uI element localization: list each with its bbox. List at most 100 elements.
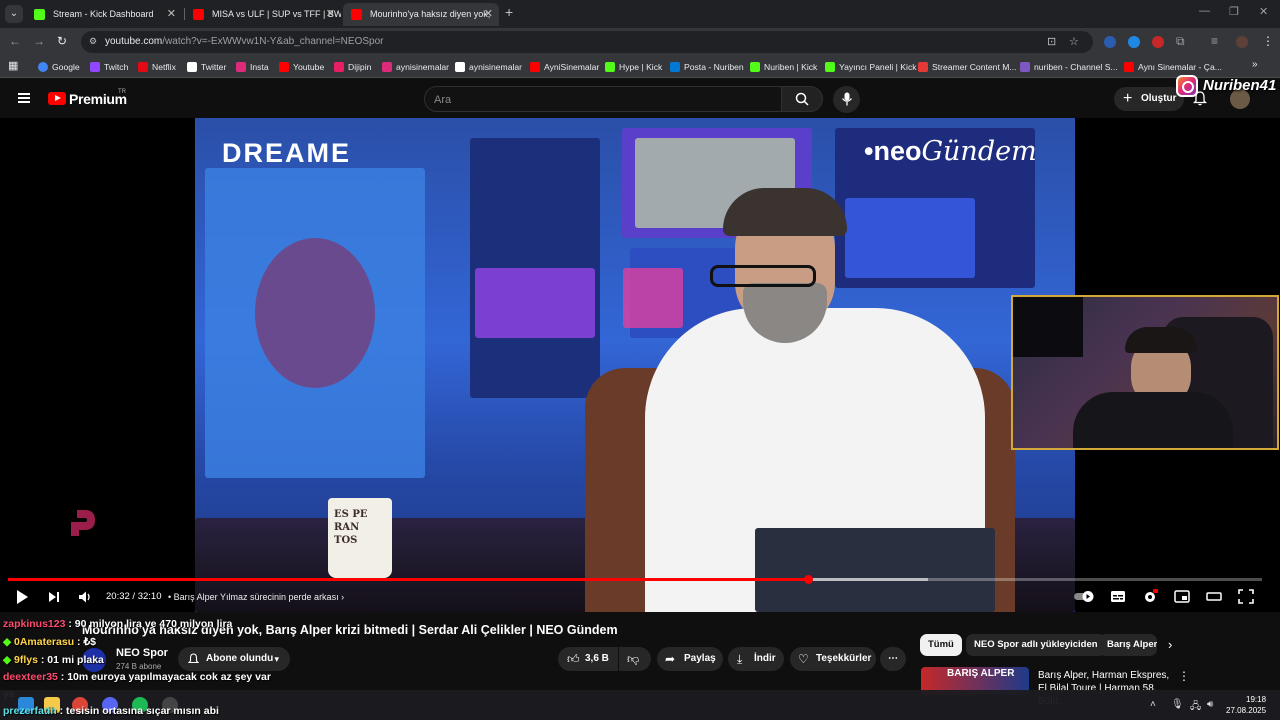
profile-avatar[interactable] [1236, 36, 1248, 48]
chip-baris-alper[interactable]: Barış Alper [1099, 634, 1157, 656]
download-button[interactable]: ⤓ İndir [728, 647, 784, 671]
chip-all[interactable]: Tümü [920, 634, 962, 656]
extensions-puzzle-icon[interactable]: ⧉ [1176, 34, 1185, 49]
background-poster [623, 268, 683, 328]
extension-icon[interactable] [1152, 36, 1164, 48]
bookmark-item[interactable]: Netflix [138, 60, 176, 74]
window-close-icon[interactable]: ✕ [1259, 5, 1268, 18]
close-icon[interactable]: ✕ [484, 3, 493, 26]
bookmark-item[interactable]: Dijipin [334, 60, 371, 74]
bookmark-label: Streamer Content M... [932, 62, 1017, 72]
next-video-icon[interactable] [48, 591, 60, 603]
kick-icon [825, 62, 835, 72]
shield-extension-icon[interactable] [1104, 36, 1116, 48]
bookmark-item[interactable]: Posta - Nuriben [670, 60, 744, 74]
address-bar[interactable]: ⚙ youtube.com/watch?v=-ExWWvw1N-Y&ab_cha… [81, 31, 1093, 53]
bookmark-item[interactable]: Aynı Sinemalar - Ça... [1124, 60, 1222, 74]
youtube-icon [530, 62, 540, 72]
more-actions-button[interactable]: ⋯ [880, 647, 906, 671]
chat-username: zapkinus123 [3, 618, 66, 630]
apps-grid-icon[interactable]: ▦ [8, 59, 18, 72]
reload-icon[interactable]: ↻ [57, 34, 67, 48]
bookmark-item[interactable]: Hype | Kick [605, 60, 662, 74]
extension-icon[interactable] [1128, 36, 1140, 48]
site-info-icon[interactable]: ⚙ [87, 36, 99, 48]
close-icon[interactable]: ✕ [167, 3, 176, 26]
tab-mourinho-video[interactable]: Mourinho'ya haksız diyen yok, ✕ [343, 3, 499, 26]
voice-search-button[interactable] [833, 86, 860, 113]
channel-icon [1020, 62, 1030, 72]
thanks-button[interactable]: ♡ Teşekkürler [790, 647, 876, 671]
bookmark-item[interactable]: Insta [236, 60, 269, 74]
bookmark-item[interactable]: Twitch [90, 60, 128, 74]
bookmark-item[interactable]: Youtube [279, 60, 324, 74]
bookmark-item[interactable]: Yayıncı Paneli | Kick [825, 60, 917, 74]
progress-bar[interactable] [8, 575, 1262, 584]
maximize-icon[interactable]: ❐ [1229, 5, 1239, 18]
bookmark-item[interactable]: nuriben - Channel S... [1020, 60, 1118, 74]
youtube-icon [351, 9, 362, 20]
theater-mode-icon[interactable] [1206, 589, 1222, 604]
miniplayer-icon[interactable] [1174, 589, 1190, 604]
tab-misa-vs-ulf[interactable]: MISA vs ULF | SUP vs TFF | BW ✕ [185, 3, 341, 26]
fullscreen-icon[interactable] [1238, 589, 1254, 604]
bookmark-item[interactable]: Streamer Content M... [918, 60, 1017, 74]
tray-chevron-icon[interactable]: ˄ [1150, 699, 1156, 710]
google-icon [38, 62, 48, 72]
bookmark-item[interactable]: AyniSinemalar [530, 60, 599, 74]
bookmark-label: Twitch [104, 62, 129, 72]
bookmark-star-icon[interactable]: ☆ [1069, 35, 1079, 48]
super-thanks-icon: ♡ [798, 652, 809, 666]
clock-time: 19:18 [1246, 695, 1267, 704]
bookmark-label: Google [52, 62, 80, 72]
bookmark-label: nuriben - Channel S... [1034, 62, 1118, 72]
settings-gear-icon[interactable] [1142, 589, 1158, 604]
microphone-icon[interactable]: 🎙︎ [1171, 699, 1184, 710]
forward-arrow-icon[interactable]: → [33, 34, 45, 48]
bookmark-label: Youtube [293, 62, 325, 72]
tab-search-button[interactable]: ⌄ [5, 5, 23, 23]
chat-text: : 10m euroya yapılmayacak cok az şey var [60, 671, 271, 683]
chip-from-uploader[interactable]: NEO Spor adlı yükleyiciden [966, 634, 1106, 656]
back-arrow-icon[interactable]: ← [9, 34, 21, 48]
x-icon [187, 62, 197, 72]
bookmark-item[interactable]: Nuriben | Kick [750, 60, 817, 74]
volume-icon[interactable]: 🔊︎ [1207, 699, 1213, 710]
autoplay-toggle-icon[interactable] [1073, 589, 1097, 604]
minimize-icon[interactable]: — [1199, 5, 1210, 17]
install-app-icon[interactable]: ⊡ [1047, 35, 1056, 48]
chapter-title[interactable]: • Barış Alper Yılmaz sürecinin perde ark… [168, 592, 344, 602]
subtitles-icon[interactable] [1110, 589, 1126, 604]
youtube-logo-icon[interactable] [48, 92, 66, 105]
video-frame[interactable]: ES PE RAN TOS DREAME •neoGündem [195, 118, 1075, 612]
create-button[interactable]: + Oluştur [1114, 87, 1184, 111]
search-input[interactable] [434, 92, 764, 108]
region-code: TR [118, 89, 126, 95]
scrubber-handle[interactable] [804, 575, 813, 584]
play-icon[interactable] [17, 590, 28, 604]
search-button[interactable] [781, 86, 823, 112]
streamer-body [1073, 392, 1233, 448]
clock[interactable]: 19:18 27.08.2025 [1226, 694, 1266, 716]
hamburger-menu-icon[interactable] [18, 93, 30, 103]
close-icon[interactable]: ✕ [326, 3, 335, 26]
url-text[interactable]: youtube.com/watch?v=-ExWWvw1N-Y&ab_chann… [105, 36, 383, 47]
share-button[interactable]: ➦ Paylaş [657, 647, 723, 671]
bookmark-item[interactable]: aynisinemalar [455, 60, 522, 74]
bookmark-item[interactable]: Google [38, 60, 80, 74]
more-vert-icon[interactable]: ⋮ [1178, 669, 1190, 683]
browser-menu-icon[interactable]: ⋮ [1262, 34, 1274, 48]
x-icon [455, 62, 465, 72]
volume-icon[interactable] [78, 590, 93, 604]
tab-kick-dashboard[interactable]: Stream - Kick Dashboard ✕ [26, 3, 182, 26]
chevron-more-icon[interactable]: » [1252, 59, 1258, 70]
new-tab-button[interactable]: + [505, 4, 513, 20]
search-icon [795, 92, 809, 106]
create-label: Oluştur [1141, 93, 1177, 104]
bookmark-item[interactable]: aynisinemalar [382, 60, 449, 74]
network-icon[interactable]: 🖧︎ [1190, 699, 1201, 716]
chevron-right-icon[interactable]: › [1168, 637, 1172, 652]
media-control-icon[interactable]: ≡ [1211, 34, 1218, 48]
bookmark-item[interactable]: Twitter [187, 60, 226, 74]
bookmark-label: aynisinemalar [469, 62, 523, 72]
